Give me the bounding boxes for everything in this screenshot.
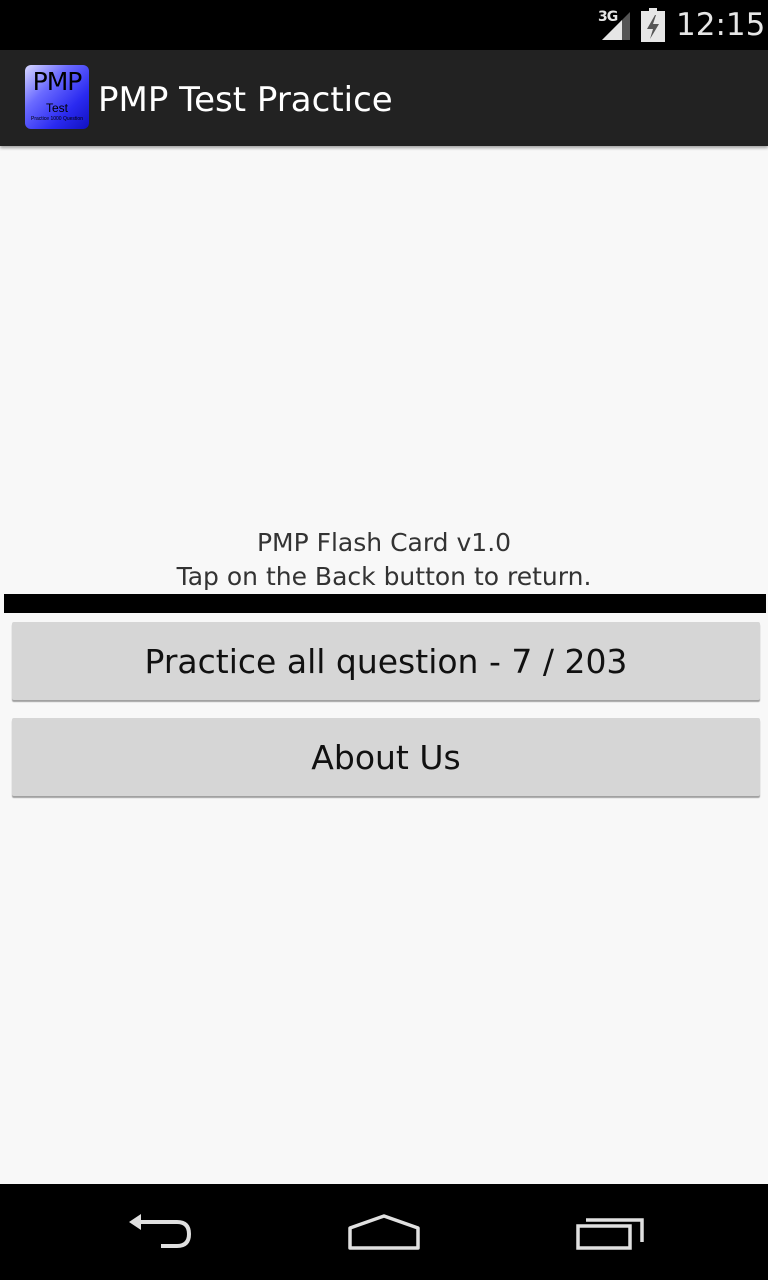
app-title: PMP Test Practice bbox=[98, 80, 393, 120]
app-icon-tiny-text: Practice 1000 Question bbox=[31, 116, 83, 122]
back-icon bbox=[129, 1214, 192, 1248]
recents-button[interactable] bbox=[550, 1184, 670, 1280]
app-icon-small-text: Test bbox=[45, 101, 68, 115]
app-icon-big-text: PMP bbox=[32, 67, 83, 96]
home-button[interactable] bbox=[324, 1184, 444, 1280]
battery-charging-icon bbox=[641, 8, 665, 42]
clock: 12:15 bbox=[676, 7, 766, 43]
recents-icon bbox=[576, 1218, 644, 1250]
version-label: PMP Flash Card v1.0 bbox=[256, 528, 512, 557]
divider-bar bbox=[4, 594, 766, 613]
signal-icon bbox=[602, 12, 630, 40]
info-text: PMP Flash Card v1.0 Tap on the Back butt… bbox=[0, 526, 768, 594]
back-button[interactable] bbox=[100, 1184, 220, 1280]
app-icon[interactable]: PMP Test Practice 1000 Question bbox=[25, 65, 89, 129]
practice-all-button[interactable]: Practice all question - 7 / 203 bbox=[12, 622, 760, 700]
about-us-button[interactable]: About Us bbox=[12, 718, 760, 796]
action-bar: PMP Test Practice 1000 Question PMP Test… bbox=[0, 50, 768, 146]
status-bar: 3G 12:15 bbox=[0, 0, 768, 50]
home-icon bbox=[348, 1214, 420, 1250]
back-hint-label: Tap on the Back button to return. bbox=[176, 562, 592, 591]
navigation-bar bbox=[0, 1184, 768, 1280]
